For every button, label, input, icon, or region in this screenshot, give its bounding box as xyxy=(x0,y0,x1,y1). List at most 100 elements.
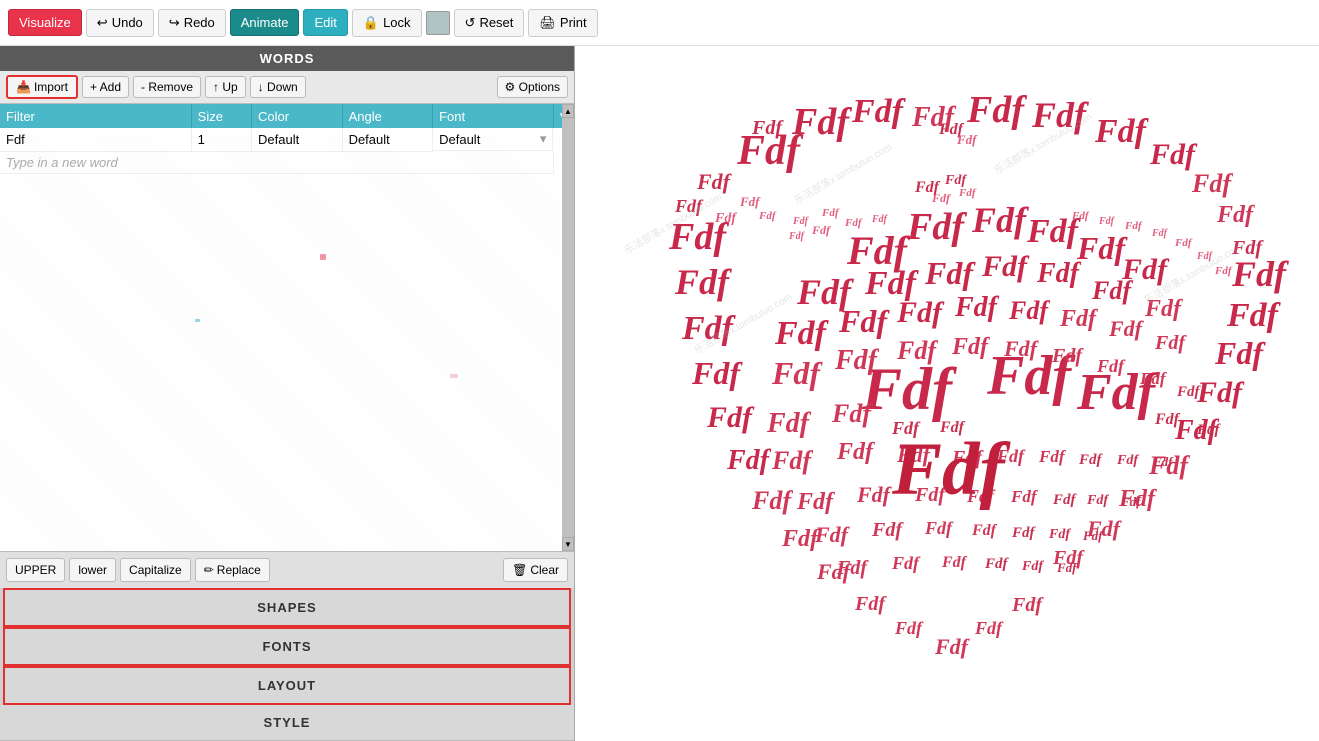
down-button[interactable]: ↓ Down xyxy=(250,76,306,98)
svg-text:Fdf: Fdf xyxy=(1059,306,1098,332)
remove-button[interactable]: - Remove xyxy=(133,76,201,98)
svg-text:Fdf: Fdf xyxy=(1174,237,1193,249)
svg-text:Fdf: Fdf xyxy=(844,217,863,229)
capitalize-button[interactable]: Capitalize xyxy=(120,558,191,582)
svg-text:Fdf: Fdf xyxy=(726,445,772,476)
scrollbar-down[interactable]: ▼ xyxy=(562,537,574,551)
svg-text:Fdf: Fdf xyxy=(1216,202,1255,228)
top-toolbar: Visualize ↩ Undo ↪ Redo Animate Edit 🔒 L… xyxy=(0,0,1319,46)
import-button[interactable]: 📥 Import xyxy=(6,75,78,99)
menu-item-shapes[interactable]: SHAPES xyxy=(3,588,571,627)
up-button[interactable]: ↑ Up xyxy=(205,76,246,98)
left-panel: WORDS 📥 Import + Add - Remove ↑ Up ↓ Dow… xyxy=(0,46,575,741)
import-icon: 📥 xyxy=(16,80,31,94)
main-layout: WORDS 📥 Import + Add - Remove ↑ Up ↓ Dow… xyxy=(0,46,1319,741)
menu-item-fonts[interactable]: FONTS xyxy=(3,627,571,666)
new-word-input[interactable]: Type in a new word xyxy=(0,151,553,173)
lower-button[interactable]: lower xyxy=(69,558,116,582)
scrollbar-track[interactable]: ▲ ▼ xyxy=(562,104,574,551)
svg-text:Fdf: Fdf xyxy=(894,618,924,638)
edit-button[interactable]: Edit xyxy=(303,9,347,36)
svg-text:Fdf: Fdf xyxy=(1051,345,1084,367)
svg-text:Fdf: Fdf xyxy=(1226,297,1282,334)
menu-item-style[interactable]: STYLE xyxy=(0,705,574,741)
svg-text:Fdf: Fdf xyxy=(758,210,777,222)
add-button[interactable]: + Add xyxy=(82,76,129,98)
scrollbar-thumb[interactable] xyxy=(562,118,574,537)
svg-text:Fdf: Fdf xyxy=(891,428,1012,511)
svg-text:Fdf: Fdf xyxy=(1056,560,1078,575)
table-row[interactable]: Fdf 1 Default Default Default ▾ xyxy=(0,128,574,151)
svg-text:Fdf: Fdf xyxy=(838,303,890,339)
svg-text:Fdf: Fdf xyxy=(834,345,880,376)
svg-text:Fdf: Fdf xyxy=(1139,369,1168,388)
undo-button[interactable]: ↩ Undo xyxy=(86,9,154,37)
svg-text:Fdf: Fdf xyxy=(896,296,945,329)
animate-button[interactable]: Animate xyxy=(230,9,300,36)
svg-text:Fdf: Fdf xyxy=(771,446,813,475)
svg-text:Fdf: Fdf xyxy=(1120,494,1142,509)
visualize-button[interactable]: Visualize xyxy=(8,9,82,36)
svg-text:Fdf: Fdf xyxy=(1116,453,1139,468)
svg-text:Fdf: Fdf xyxy=(706,401,755,434)
col-font[interactable]: Font xyxy=(433,104,554,128)
svg-text:Fdf: Fdf xyxy=(951,334,990,360)
upper-button[interactable]: UPPER xyxy=(6,558,65,582)
svg-text:Fdf: Fdf xyxy=(1008,296,1050,325)
col-filter[interactable]: Filter xyxy=(0,104,191,128)
words-bottom-toolbar: UPPER lower Capitalize ✏ Replace 🗑 Clear xyxy=(0,551,574,588)
col-color[interactable]: Color xyxy=(252,104,343,128)
svg-text:Fdf: Fdf xyxy=(1191,169,1233,198)
col-size[interactable]: Size xyxy=(191,104,251,128)
menu-section: SHAPES FONTS LAYOUT STYLE xyxy=(0,588,574,741)
reset-button[interactable]: ↺ Reset xyxy=(454,9,525,37)
svg-text:Fdf: Fdf xyxy=(1151,228,1169,239)
svg-text:Fdf: Fdf xyxy=(674,262,732,302)
svg-text:Fdf: Fdf xyxy=(856,482,893,507)
right-panel: .fdf-large { font-family: Georgia, 'Time… xyxy=(575,46,1319,741)
svg-text:Fdf: Fdf xyxy=(941,554,968,571)
accent-dot-2 xyxy=(195,319,200,322)
scrollbar-up[interactable]: ▲ xyxy=(562,104,574,118)
replace-icon: ✏ xyxy=(204,563,214,577)
print-button[interactable]: 🖨 Print xyxy=(528,9,597,37)
svg-text:Fdf: Fdf xyxy=(891,553,921,573)
svg-text:Fdf: Fdf xyxy=(821,207,840,219)
color-swatch[interactable] xyxy=(426,11,450,35)
svg-text:Fdf: Fdf xyxy=(814,522,851,547)
svg-text:Fdf: Fdf xyxy=(854,593,887,615)
svg-text:Fdf: Fdf xyxy=(796,489,835,515)
svg-text:Fdf: Fdf xyxy=(771,355,823,391)
col-angle[interactable]: Angle xyxy=(342,104,433,128)
lock-button[interactable]: 🔒 Lock xyxy=(352,9,422,37)
svg-text:Fdf: Fdf xyxy=(836,557,869,579)
svg-text:Fdf: Fdf xyxy=(934,634,971,659)
svg-text:Fdf: Fdf xyxy=(774,315,830,352)
svg-text:Fdf: Fdf xyxy=(1011,525,1037,541)
svg-text:Fdf: Fdf xyxy=(1108,316,1145,341)
redo-button[interactable]: ↪ Redo xyxy=(158,9,226,37)
svg-text:Fdf: Fdf xyxy=(751,486,793,515)
clear-button[interactable]: 🗑 Clear xyxy=(503,558,568,582)
reset-icon: ↺ xyxy=(465,15,476,31)
svg-text:Fdf: Fdf xyxy=(1214,335,1266,371)
svg-text:Fdf: Fdf xyxy=(944,173,967,188)
svg-text:Fdf: Fdf xyxy=(1154,411,1181,428)
svg-text:Fdf: Fdf xyxy=(971,522,998,539)
words-toolbar: 📥 Import + Add - Remove ↑ Up ↓ Down ⚙ Op… xyxy=(0,71,574,104)
cell-word: Fdf xyxy=(0,128,191,151)
svg-text:Fdf: Fdf xyxy=(896,336,938,365)
svg-text:Fdf: Fdf xyxy=(788,231,806,242)
svg-text:Fdf: Fdf xyxy=(1231,254,1289,294)
cell-font: Default ▾ xyxy=(433,128,553,151)
svg-text:Fdf: Fdf xyxy=(971,200,1029,240)
svg-text:Fdf: Fdf xyxy=(1094,113,1150,150)
replace-button[interactable]: ✏ Replace xyxy=(195,558,270,582)
svg-text:Fdf: Fdf xyxy=(1082,528,1104,543)
words-table: Filter Size Color Angle Font ▾ Fdf 1 Def… xyxy=(0,104,574,174)
menu-item-layout[interactable]: LAYOUT xyxy=(3,666,571,705)
new-word-row[interactable]: Type in a new word xyxy=(0,151,574,173)
options-button[interactable]: ⚙ Options xyxy=(497,76,568,98)
svg-text:Fdf: Fdf xyxy=(1152,454,1174,469)
svg-text:Fdf: Fdf xyxy=(871,214,889,225)
